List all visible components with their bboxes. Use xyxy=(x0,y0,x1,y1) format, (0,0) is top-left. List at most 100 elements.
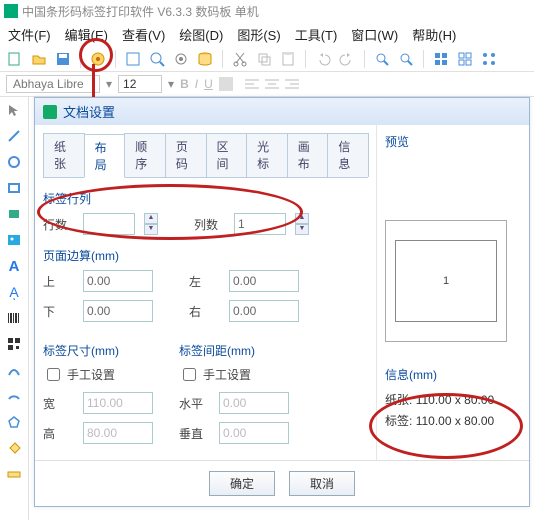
tab-range[interactable]: 区间 xyxy=(206,133,248,177)
tab-layout[interactable]: 布局 xyxy=(84,134,126,178)
gap-h-input[interactable] xyxy=(219,392,289,414)
font-select[interactable]: Abhaya Libre xyxy=(6,75,100,93)
align-left-icon[interactable] xyxy=(245,77,259,91)
image-tool-icon[interactable] xyxy=(5,231,23,249)
menu-tool[interactable]: 工具(T) xyxy=(295,25,338,44)
group-label-gap: 标签间距(mm) 手工设置 水平 垂直 xyxy=(179,342,289,452)
group-margin-header: 页面边算(mm) xyxy=(43,247,368,264)
group-label-size-header: 标签尺寸(mm) xyxy=(43,342,153,359)
new-doc-icon[interactable] xyxy=(6,50,24,68)
menubar: 文件(F) 编辑(E) 查看(V) 绘图(D) 图形(S) 工具(T) 窗口(W… xyxy=(0,22,534,47)
richtext-tool-icon[interactable]: Aͅ xyxy=(5,283,23,301)
settings-icon[interactable] xyxy=(172,50,190,68)
dialog-titlebar: 文档设置 xyxy=(35,98,529,125)
menu-view[interactable]: 查看(V) xyxy=(122,25,165,44)
zoom-in-icon[interactable] xyxy=(148,50,166,68)
bold-icon[interactable]: B xyxy=(180,77,189,91)
search2-icon[interactable] xyxy=(397,50,415,68)
underline-icon[interactable]: U xyxy=(204,77,213,91)
dialog-title: 文档设置 xyxy=(63,102,115,121)
size-manual-checkbox[interactable] xyxy=(47,368,60,381)
align-center-icon[interactable] xyxy=(265,77,279,91)
ruler-tool-icon[interactable] xyxy=(5,465,23,483)
grid2-icon[interactable] xyxy=(456,50,474,68)
toolbar-2: Abhaya Libre ▾ 12 ▾ B I U xyxy=(0,72,534,97)
fillrect-tool-icon[interactable] xyxy=(5,205,23,223)
cut-icon[interactable] xyxy=(231,50,249,68)
menu-draw[interactable]: 绘图(D) xyxy=(179,25,223,44)
arc-tool-icon[interactable] xyxy=(5,387,23,405)
tab-page[interactable]: 页码 xyxy=(165,133,207,177)
gap-manual-label: 手工设置 xyxy=(203,366,251,383)
tab-order[interactable]: 顺序 xyxy=(124,133,166,177)
margin-top-input[interactable] xyxy=(83,270,153,292)
annotation-ellipse-rows-cols xyxy=(37,184,303,240)
tab-cursor[interactable]: 光标 xyxy=(246,133,288,177)
copy-icon[interactable] xyxy=(255,50,273,68)
gap-manual-checkbox[interactable] xyxy=(183,368,196,381)
window-titlebar: 中国条形码标签打印软件 V6.3.3 数码板 单机 xyxy=(0,0,534,22)
size-manual-label: 手工设置 xyxy=(67,366,115,383)
gap-v-label: 垂直 xyxy=(179,425,209,442)
ok-button[interactable]: 确定 xyxy=(209,471,275,496)
preview-number: 1 xyxy=(443,275,449,287)
margin-left-input[interactable] xyxy=(229,270,299,292)
grid1-icon[interactable] xyxy=(432,50,450,68)
database-icon[interactable] xyxy=(196,50,214,68)
open-icon[interactable] xyxy=(30,50,48,68)
dialog-buttons: 确定 取消 xyxy=(35,460,529,506)
group-rows-cols: 标签行列 行数 ▲▼ 列数 ▲▼ xyxy=(43,190,368,235)
width-input[interactable] xyxy=(83,392,153,414)
tab-info[interactable]: 信息 xyxy=(327,133,369,177)
rect-tool-icon[interactable] xyxy=(5,179,23,197)
app-icon xyxy=(4,4,18,18)
menu-file[interactable]: 文件(F) xyxy=(8,25,51,44)
group-margin: 页面边算(mm) 上 左 下 右 xyxy=(43,247,368,322)
tab-canvas[interactable]: 画布 xyxy=(287,133,329,177)
preview-header: 预览 xyxy=(385,133,521,150)
annotation-circle-1 xyxy=(79,38,113,72)
curve-tool-icon[interactable] xyxy=(5,361,23,379)
search-icon[interactable] xyxy=(373,50,391,68)
cancel-button[interactable]: 取消 xyxy=(289,471,355,496)
circle-tool-icon[interactable] xyxy=(5,153,23,171)
color-icon[interactable] xyxy=(219,77,233,91)
grid3-icon[interactable] xyxy=(480,50,498,68)
margin-right-input[interactable] xyxy=(229,300,299,322)
line-tool-icon[interactable] xyxy=(5,127,23,145)
italic-icon[interactable]: I xyxy=(195,77,198,91)
font-size[interactable]: 12 xyxy=(118,75,162,93)
margin-top-label: 上 xyxy=(43,273,73,290)
group-label-size: 标签尺寸(mm) 手工设置 宽 高 xyxy=(43,342,153,452)
height-input[interactable] xyxy=(83,422,153,444)
annotation-ellipse-info xyxy=(369,393,523,459)
dialog-tabs: 纸张 布局 顺序 页码 区间 光标 画布 信息 xyxy=(43,133,368,178)
save-icon[interactable] xyxy=(54,50,72,68)
height-label: 高 xyxy=(43,425,73,442)
undo-icon[interactable] xyxy=(314,50,332,68)
gap-h-label: 水平 xyxy=(179,395,209,412)
paste-icon[interactable] xyxy=(279,50,297,68)
menu-window[interactable]: 窗口(W) xyxy=(351,25,398,44)
align-right-icon[interactable] xyxy=(285,77,299,91)
text-tool-icon[interactable]: A xyxy=(5,257,23,275)
redo-icon[interactable] xyxy=(338,50,356,68)
polygon-tool-icon[interactable] xyxy=(5,413,23,431)
bucket-tool-icon[interactable] xyxy=(5,439,23,457)
document-setup-dialog: 文档设置 纸张 布局 顺序 页码 区间 光标 画布 信息 标签行列 行数 xyxy=(34,97,530,507)
gap-v-input[interactable] xyxy=(219,422,289,444)
left-toolbox: A Aͅ xyxy=(0,97,29,520)
dialog-icon xyxy=(43,105,57,119)
zoom-fit-icon[interactable] xyxy=(124,50,142,68)
info-header: 信息(mm) xyxy=(385,366,521,383)
pointer-tool-icon[interactable] xyxy=(5,101,23,119)
preview-box: 1 xyxy=(385,220,507,342)
tab-paper[interactable]: 纸张 xyxy=(43,133,85,177)
menu-help[interactable]: 帮助(H) xyxy=(412,25,456,44)
group-label-gap-header: 标签间距(mm) xyxy=(179,342,289,359)
menu-database[interactable]: 图形(S) xyxy=(237,25,280,44)
qr-tool-icon[interactable] xyxy=(5,335,23,353)
barcode-tool-icon[interactable] xyxy=(5,309,23,327)
margin-bottom-input[interactable] xyxy=(83,300,153,322)
margin-left-label: 左 xyxy=(189,273,219,290)
